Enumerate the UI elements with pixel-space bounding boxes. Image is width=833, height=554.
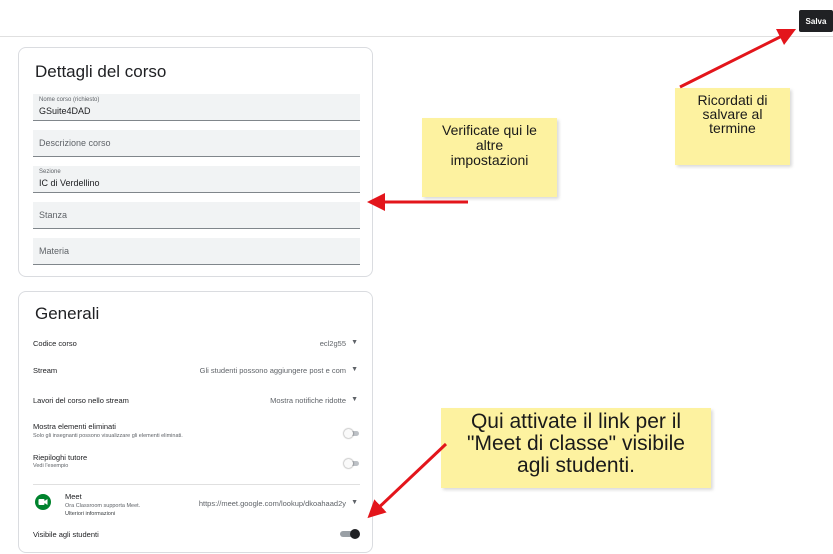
arrow-to-meet-toggle	[367, 442, 448, 519]
annotation-arrows	[367, 28, 797, 519]
arrow-to-save-button	[679, 28, 797, 89]
